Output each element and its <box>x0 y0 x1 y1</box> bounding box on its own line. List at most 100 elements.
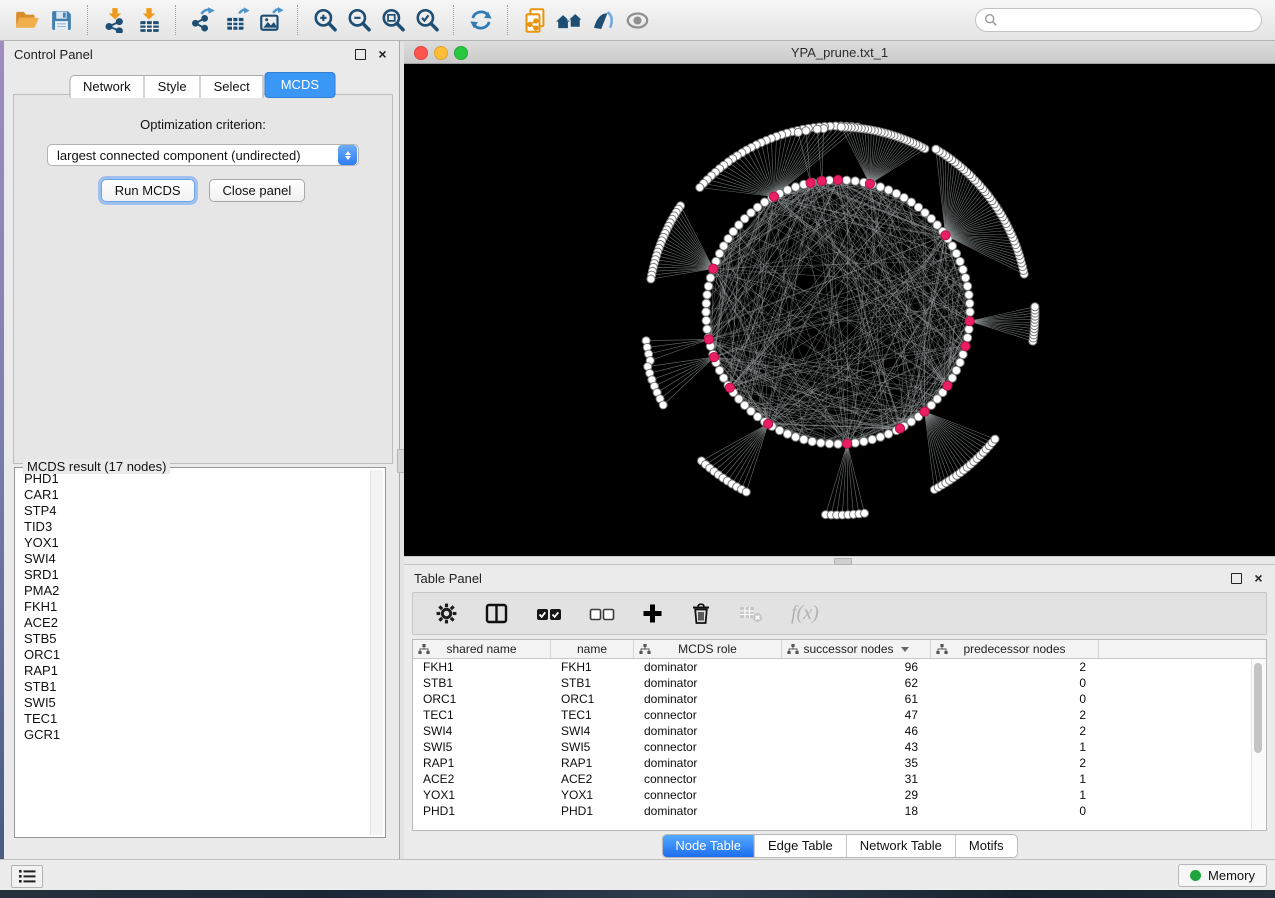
mcds-list-scrollbar[interactable] <box>370 470 383 835</box>
column-header-predecessor-nodes[interactable]: predecessor nodes <box>931 640 1099 658</box>
maximize-window-icon[interactable] <box>454 46 468 60</box>
deselect-all-icon[interactable] <box>589 604 615 624</box>
mcds-result-item[interactable]: PMA2 <box>17 583 370 599</box>
task-history-button[interactable] <box>11 865 43 888</box>
search-input[interactable] <box>998 12 1261 29</box>
table-cell: STB1 <box>551 675 634 691</box>
run-mcds-button[interactable]: Run MCDS <box>101 179 195 202</box>
memory-button[interactable]: Memory <box>1178 864 1267 887</box>
mcds-result-item[interactable]: TID3 <box>17 519 370 535</box>
memory-label: Memory <box>1208 868 1255 883</box>
table-row[interactable]: ORC1ORC1dominator610 <box>413 691 1266 707</box>
tab-network-table[interactable]: Network Table <box>846 835 955 857</box>
network-window-titlebar[interactable]: YPA_prune.txt_1 <box>404 41 1275 64</box>
graphics-details-icon[interactable] <box>586 5 620 35</box>
table-cell: dominator <box>634 755 782 771</box>
table-cell: 2 <box>931 755 1099 771</box>
close-window-icon[interactable] <box>414 46 428 60</box>
mcds-result-item[interactable]: RAP1 <box>17 663 370 679</box>
table-row[interactable]: RAP1RAP1dominator352 <box>413 755 1266 771</box>
table-cell: SWI5 <box>551 739 634 755</box>
float-table-panel-icon[interactable] <box>1230 572 1243 585</box>
close-panel-icon[interactable]: × <box>376 48 389 61</box>
apply-layout-icon[interactable] <box>464 5 498 35</box>
table-cell: FKH1 <box>551 659 634 675</box>
tab-node-table[interactable]: Node Table <box>662 835 754 857</box>
table-cell: dominator <box>634 723 782 739</box>
mcds-result-list[interactable]: PHD1CAR1STP4TID3YOX1SWI4SRD1PMA2FKH1ACE2… <box>17 471 370 835</box>
minimize-window-icon[interactable] <box>434 46 448 60</box>
open-file-icon[interactable] <box>10 5 44 35</box>
table-cell: 0 <box>931 691 1099 707</box>
zoom-out-icon[interactable] <box>342 5 376 35</box>
column-header-name[interactable]: name <box>551 640 634 658</box>
save-session-icon[interactable] <box>44 5 78 35</box>
show-columns-icon[interactable] <box>485 603 509 625</box>
mcds-result-item[interactable]: ORC1 <box>17 647 370 663</box>
horizontal-splitter-grip[interactable] <box>834 558 852 565</box>
export-table-icon[interactable] <box>220 5 254 35</box>
delete-column-icon[interactable] <box>690 602 712 625</box>
table-cell: 96 <box>782 659 931 675</box>
table-row[interactable]: TEC1TEC1connector472 <box>413 707 1266 723</box>
mcds-result-item[interactable]: SWI4 <box>17 551 370 567</box>
network-canvas[interactable] <box>404 64 1275 556</box>
mcds-result-item[interactable]: SRD1 <box>17 567 370 583</box>
tab-edge-table[interactable]: Edge Table <box>754 835 846 857</box>
zoom-in-icon[interactable] <box>308 5 342 35</box>
first-neighbors-icon[interactable] <box>552 5 586 35</box>
table-row[interactable]: FKH1FKH1dominator962 <box>413 659 1266 675</box>
close-panel-button[interactable]: Close panel <box>209 179 306 202</box>
mcds-result-item[interactable]: FKH1 <box>17 599 370 615</box>
zoom-selected-icon[interactable] <box>410 5 444 35</box>
table-cell-filler <box>1099 691 1266 707</box>
mcds-result-item[interactable]: SWI5 <box>17 695 370 711</box>
table-row[interactable]: STB1STB1dominator620 <box>413 675 1266 691</box>
table-row[interactable]: PHD1PHD1dominator180 <box>413 803 1266 819</box>
new-network-from-selection-icon[interactable] <box>518 5 552 35</box>
mcds-result-item[interactable]: CAR1 <box>17 487 370 503</box>
column-header-successor-nodes[interactable]: successor nodes <box>782 640 931 658</box>
close-table-panel-icon[interactable]: × <box>1252 572 1265 585</box>
mcds-result-item[interactable]: STB1 <box>17 679 370 695</box>
table-scrollbar-thumb[interactable] <box>1254 663 1262 753</box>
table-row[interactable]: ACE2ACE2connector311 <box>413 771 1266 787</box>
table-row[interactable]: YOX1YOX1connector291 <box>413 787 1266 803</box>
tab-motifs[interactable]: Motifs <box>955 835 1017 857</box>
column-header-filler <box>1099 640 1266 658</box>
tab-network[interactable]: Network <box>69 75 145 98</box>
tab-mcds[interactable]: MCDS <box>265 72 335 98</box>
zoom-fit-icon[interactable] <box>376 5 410 35</box>
mcds-result-item[interactable]: YOX1 <box>17 535 370 551</box>
table-cell: 2 <box>931 707 1099 723</box>
desktop-wallpaper-bottom <box>0 890 1275 898</box>
export-network-icon[interactable] <box>186 5 220 35</box>
mcds-result-item[interactable]: STP4 <box>17 503 370 519</box>
mcds-result-item[interactable]: STB5 <box>17 631 370 647</box>
column-header-shared-name[interactable]: shared name <box>413 640 551 658</box>
table-row[interactable]: SWI5SWI5connector431 <box>413 739 1266 755</box>
mcds-result-item[interactable]: PHD1 <box>17 471 370 487</box>
tab-style[interactable]: Style <box>144 75 201 98</box>
float-panel-icon[interactable] <box>354 48 367 61</box>
table-cell: ACE2 <box>413 771 551 787</box>
criterion-select[interactable]: largest connected component (undirected) <box>47 144 359 166</box>
table-row[interactable]: SWI4SWI4dominator462 <box>413 723 1266 739</box>
add-column-icon[interactable] <box>642 603 663 624</box>
search-box[interactable] <box>975 8 1262 32</box>
table-options-gear-icon[interactable] <box>435 602 458 625</box>
select-all-icon[interactable] <box>536 604 562 624</box>
network-graph[interactable] <box>404 64 1275 556</box>
mcds-result-item[interactable]: ACE2 <box>17 615 370 631</box>
table-scrollbar[interactable] <box>1251 659 1265 829</box>
toolbar-divider <box>453 5 455 35</box>
mcds-result-item[interactable]: TEC1 <box>17 711 370 727</box>
mcds-result-item[interactable]: GCR1 <box>17 727 370 743</box>
horizontal-splitter[interactable] <box>404 556 1275 565</box>
import-table-icon[interactable] <box>132 5 166 35</box>
export-image-icon[interactable] <box>254 5 288 35</box>
table-cell-filler <box>1099 771 1266 787</box>
import-network-icon[interactable] <box>98 5 132 35</box>
column-header-MCDS-role[interactable]: MCDS role <box>634 640 782 658</box>
tab-select[interactable]: Select <box>200 75 264 98</box>
